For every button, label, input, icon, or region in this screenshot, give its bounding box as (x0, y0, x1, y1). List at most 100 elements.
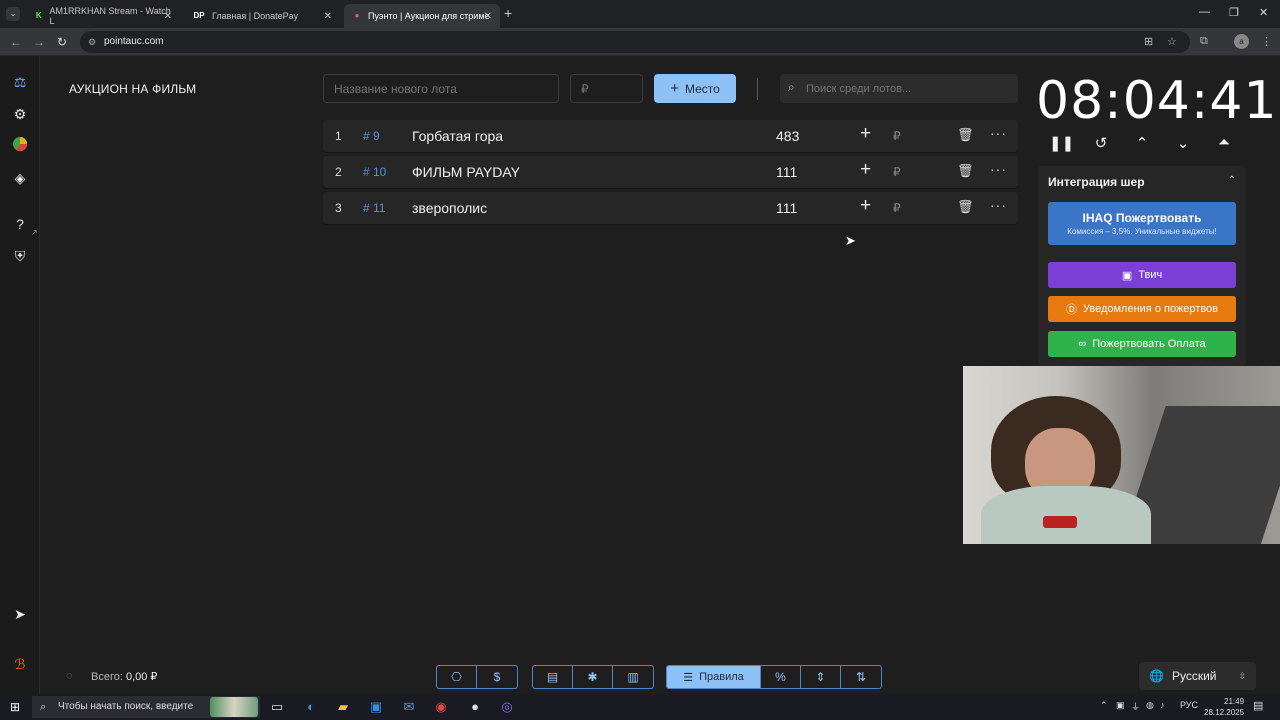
dollar-icon[interactable]: $ (477, 666, 517, 688)
close-window-icon[interactable]: ✕ (1259, 6, 1268, 19)
lot-row[interactable]: 2 # 10 ФИЛЬМ PAYDAY 111 + ₽ 🗑 ··· (323, 156, 1018, 188)
edge-icon[interactable]: ◐ (302, 698, 320, 716)
pie-chart-icon[interactable] (10, 136, 30, 156)
volume-icon[interactable]: ♪ (1160, 700, 1165, 710)
bug-icon[interactable]: ✱ (573, 666, 613, 688)
shield-icon[interactable]: ⛨ (10, 246, 30, 266)
input-language[interactable]: РУС (1180, 700, 1198, 710)
auction-timer: 08:04:41 (1036, 71, 1278, 131)
gavel-icon[interactable]: ⚖ (10, 72, 30, 92)
forward-icon[interactable]: → (33, 35, 45, 49)
new-lot-input[interactable] (323, 74, 559, 103)
obs-icon[interactable]: ◎ (498, 698, 516, 716)
search-icon: ⌕ (40, 701, 47, 713)
lot-name[interactable]: зверополис (412, 200, 487, 216)
tab-stream[interactable]: K AM1RRKHAN Stream - Watch L ✕ (26, 4, 180, 28)
close-tab-icon[interactable]: ✕ (164, 11, 172, 22)
donatepay-button[interactable]: ∞ Пожертвовать Оплата (1048, 331, 1236, 357)
lot-row[interactable]: 1 # 9 Горбатая гора 483 + ₽ 🗑 ··· (323, 120, 1018, 152)
double-chevron-up-icon[interactable]: ⏶ (1213, 134, 1235, 151)
extensions-icon[interactable]: ⧉ (1200, 35, 1208, 48)
ihaq-donate-button[interactable]: IHAQ Пожертвовать Комиссия – 3,5%. Уника… (1048, 202, 1236, 245)
more-icon[interactable]: ··· (990, 197, 1007, 213)
profile-avatar[interactable]: a (1234, 34, 1249, 49)
address-bar[interactable]: ⚙ pointauc.com (80, 31, 1190, 53)
brand-icon[interactable]: ℬ (10, 654, 30, 674)
explorer-icon[interactable]: ▰ (334, 698, 352, 716)
network-icon[interactable]: ◍ (1146, 700, 1154, 711)
integration-panel: Интеграция шер ⌃ IHAQ Пожертвовать Комис… (1038, 166, 1246, 366)
tray-arrow-icon[interactable]: ⌃ (1100, 700, 1108, 711)
rules-button[interactable]: ☰ Правила (667, 666, 761, 688)
reset-icon[interactable]: ↺ (1090, 134, 1112, 152)
restore-icon[interactable]: ❐ (1229, 6, 1239, 19)
back-icon[interactable]: ← (10, 35, 22, 49)
add-amount-icon[interactable]: + (860, 195, 871, 217)
chrome-icon[interactable]: ◉ (432, 698, 450, 716)
minimize-icon[interactable]: — (1199, 6, 1210, 18)
trash-icon[interactable]: 🗑 (957, 199, 974, 215)
language-select[interactable]: 🌐 Русский ⇳ (1139, 662, 1256, 690)
tab-pointauc[interactable]: ● Пуэнто | Аукцион для стриме ✕ (344, 4, 500, 28)
clear-list-icon[interactable]: ▥ (613, 666, 653, 688)
layers-icon[interactable]: ◈ (10, 168, 30, 188)
clock-time: 21:49 (1224, 697, 1245, 706)
close-tab-icon[interactable]: ✕ (324, 11, 332, 22)
telegram-icon[interactable]: ➤ (10, 604, 30, 624)
close-tab-icon[interactable]: ✕ (484, 11, 492, 22)
github-icon[interactable]: ⎔ (437, 666, 477, 688)
twitch-button[interactable]: ▣ Твич (1048, 262, 1236, 288)
usb-icon[interactable]: ⏚ (1131, 700, 1140, 713)
browser-menu-icon[interactable]: ⋮ (1261, 35, 1272, 48)
chevron-up-icon[interactable]: ⌃ (1131, 134, 1153, 152)
percent-icon[interactable]: % (761, 666, 801, 688)
chevron-down-icon[interactable]: ⌄ (1172, 134, 1194, 152)
site-info-icon[interactable]: ⚙ (88, 31, 96, 53)
amount-input[interactable] (570, 74, 643, 103)
taskbar-search[interactable]: ⌕ Чтобы начать поиск, введите (32, 696, 260, 718)
help-icon[interactable]: ? (10, 214, 30, 234)
collapse-icon[interactable]: ⌃ (1228, 175, 1236, 186)
reload-icon[interactable]: ↻ (57, 35, 67, 49)
sort-icon[interactable]: ⇅ (841, 666, 881, 688)
lot-name[interactable]: ФИЛЬМ PAYDAY (412, 164, 520, 180)
trash-icon[interactable]: 🗑 (957, 127, 974, 143)
add-amount-icon[interactable]: + (860, 123, 871, 145)
more-icon[interactable]: ··· (990, 161, 1007, 177)
donation-alerts-button[interactable]: Ⓓ Уведомления о пожертвов (1048, 296, 1236, 322)
add-place-label: Место (684, 81, 720, 96)
lot-id[interactable]: # 10 (363, 165, 386, 179)
add-amount-icon[interactable]: + (860, 159, 871, 181)
compress-icon[interactable]: ⇕ (801, 666, 841, 688)
external-link-icon: ↗ (31, 228, 38, 237)
windows-start-icon[interactable]: ⊞ (10, 700, 20, 714)
new-tab-icon[interactable]: + (504, 5, 512, 21)
system-clock[interactable]: 21:49 28.12.2025 (1204, 696, 1244, 718)
translate-icon[interactable]: ⊞ (1144, 35, 1153, 48)
tray-app-icon[interactable]: ▣ (1116, 700, 1125, 711)
notifications-icon[interactable]: ▤ (1253, 699, 1263, 712)
task-view-icon[interactable]: ▭ (268, 698, 286, 716)
pause-icon[interactable]: ❚❚ (1049, 134, 1074, 152)
lot-search[interactable]: ⌕ (780, 74, 1018, 103)
bookmark-star-icon[interactable]: ☆ (1167, 35, 1177, 48)
trash-icon[interactable]: 🗑 (957, 163, 974, 179)
lot-currency[interactable]: ₽ (893, 201, 901, 215)
lot-search-input[interactable] (806, 74, 1011, 103)
lot-row[interactable]: 3 # 11 зверополис 111 + ₽ 🗑 ··· (323, 192, 1018, 224)
add-place-button[interactable]: + Место (654, 74, 736, 103)
hidden-eye-icon[interactable]: ◌ (66, 670, 73, 682)
lot-currency[interactable]: ₽ (893, 165, 901, 179)
mail-icon[interactable]: ✉ (400, 698, 418, 716)
app-icon[interactable]: ● (466, 698, 484, 716)
lot-currency[interactable]: ₽ (893, 129, 901, 143)
settings-icon[interactable]: ⚙ (10, 104, 30, 124)
tab-donatepay[interactable]: DP Главная | DonatePay ✕ (184, 4, 340, 28)
lot-id[interactable]: # 11 (363, 201, 385, 215)
lot-name[interactable]: Горбатая гора (412, 128, 503, 144)
more-icon[interactable]: ··· (990, 125, 1007, 141)
save-icon[interactable]: ▤ (533, 666, 573, 688)
tab-search-button[interactable]: ⌄ (6, 7, 20, 21)
store-icon[interactable]: ▣ (367, 698, 385, 716)
lot-id[interactable]: # 9 (363, 129, 380, 143)
